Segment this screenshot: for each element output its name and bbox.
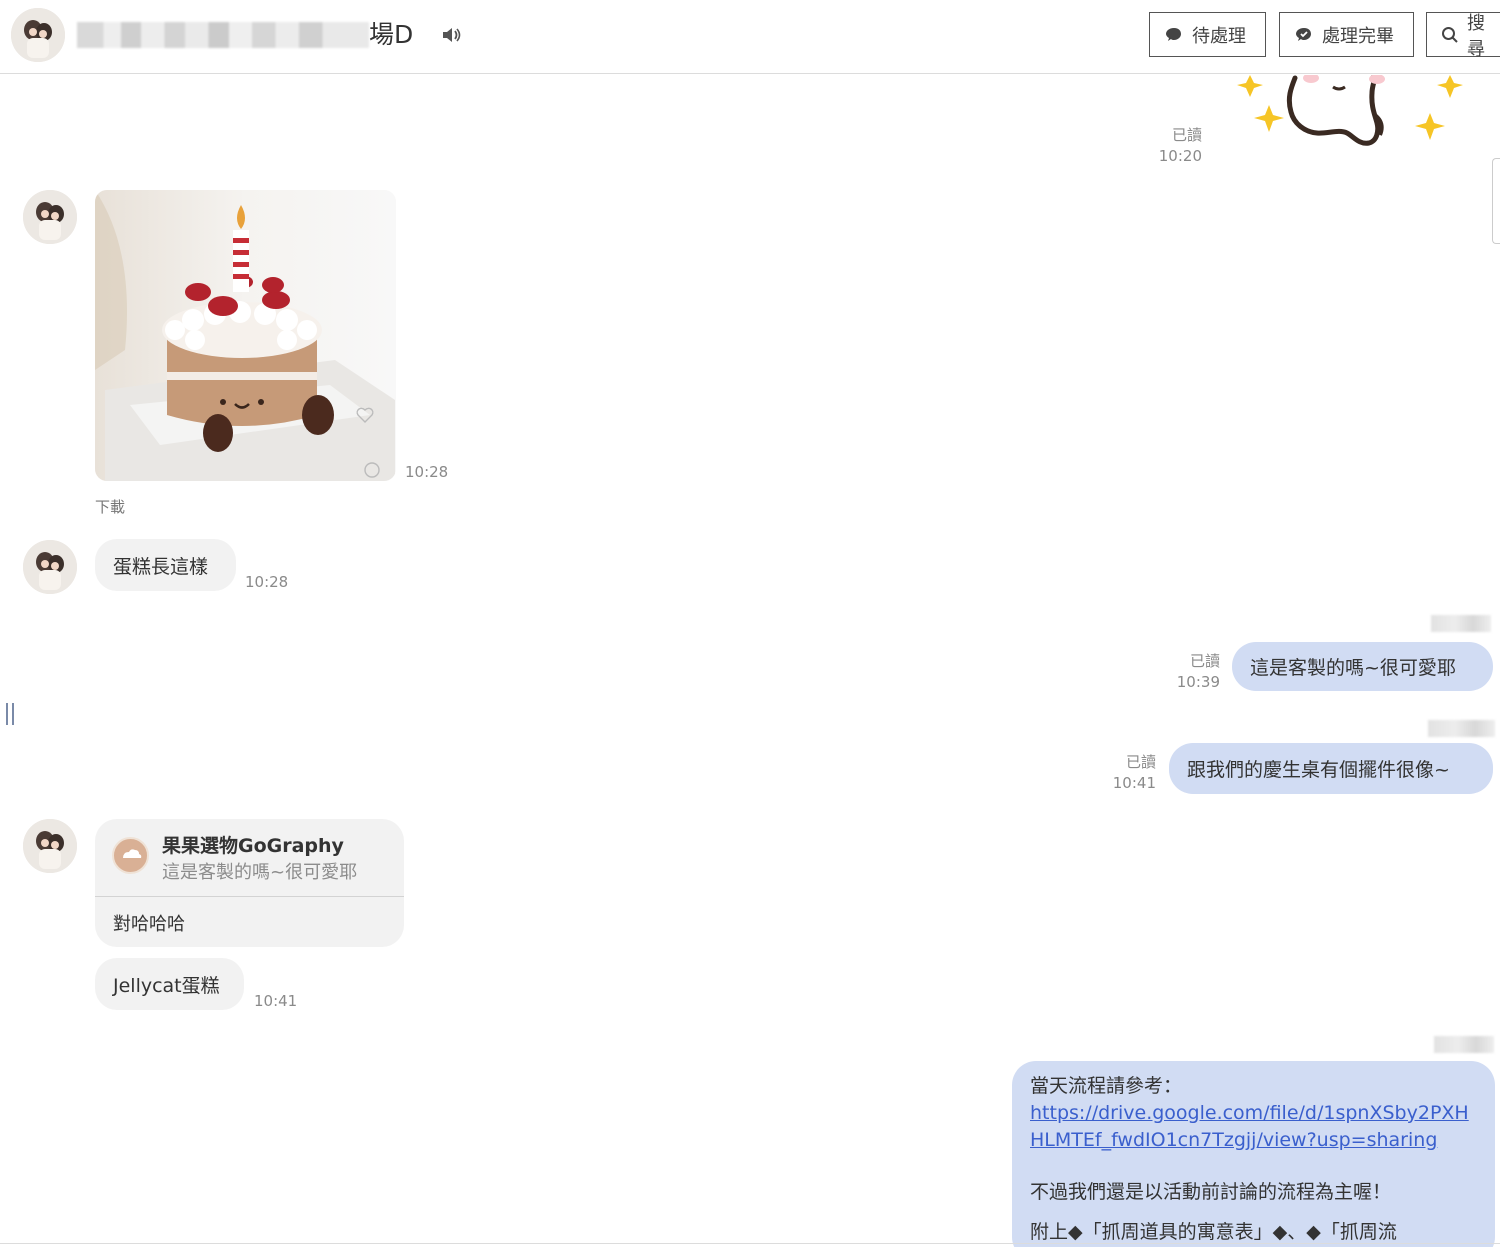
pending-label: 待處理 bbox=[1192, 25, 1246, 47]
read-status: 已讀 10:39 bbox=[1160, 651, 1220, 693]
chat-header: 場D 待處理 處理完畢 搜尋 bbox=[0, 0, 1500, 74]
redacted-sender bbox=[1431, 615, 1491, 632]
scrollbar-thumb[interactable] bbox=[1492, 158, 1500, 244]
message-bubble[interactable]: 當天流程請參考： https://drive.google.com/file/d… bbox=[1012, 1061, 1495, 1247]
redacted-sender bbox=[1428, 720, 1495, 737]
search-icon bbox=[1442, 26, 1458, 43]
resize-handle-icon[interactable] bbox=[6, 703, 15, 725]
redacted-sender bbox=[1434, 1036, 1494, 1053]
redacted-title bbox=[77, 22, 369, 48]
message-text: Jellycat蛋糕 bbox=[113, 974, 220, 997]
cake-photo[interactable] bbox=[95, 190, 396, 481]
sender-avatar[interactable] bbox=[23, 190, 77, 244]
message-time: 10:41 bbox=[1112, 774, 1156, 792]
message-text-line: 附上◆「抓周道具的寓意表」◆、◆「抓周流 bbox=[1030, 1221, 1397, 1243]
message-text-line: 當天流程請參考： bbox=[1030, 1075, 1183, 1097]
search-label: 搜尋 bbox=[1467, 12, 1485, 60]
download-link[interactable]: 下載 bbox=[95, 497, 125, 517]
divider bbox=[0, 1243, 1500, 1244]
pending-button[interactable]: 待處理 bbox=[1149, 12, 1266, 57]
message-time: 10:28 bbox=[245, 573, 289, 591]
drive-link[interactable]: https://drive.google.com/file/d/1spnXSby… bbox=[1030, 1100, 1477, 1154]
message-text: 蛋糕長這樣 bbox=[113, 555, 209, 578]
message-bubble[interactable]: Jellycat蛋糕 bbox=[95, 958, 244, 1010]
sender-avatar[interactable] bbox=[23, 819, 77, 873]
sticker-image[interactable] bbox=[1225, 75, 1470, 157]
speech-bubble-icon bbox=[1166, 27, 1181, 41]
chat-avatar[interactable] bbox=[11, 8, 65, 62]
reply-text: 對哈哈哈 bbox=[113, 914, 185, 935]
read-label: 已讀 bbox=[1125, 753, 1156, 771]
message-text: 跟我們的慶生桌有個擺件很像~ bbox=[1187, 759, 1450, 781]
done-button[interactable]: 處理完畢 bbox=[1279, 12, 1414, 57]
read-label: 已讀 bbox=[1171, 126, 1202, 144]
check-bubble-icon bbox=[1296, 27, 1311, 41]
sender-avatar[interactable] bbox=[23, 540, 77, 594]
quoted-sender-name: 果果選物GoGraphy bbox=[162, 835, 344, 857]
message-text-line: 不過我們還是以活動前討論的流程為主喔！ bbox=[1030, 1181, 1392, 1203]
brand-logo-icon bbox=[112, 837, 149, 874]
message-time: 10:39 bbox=[1176, 673, 1220, 691]
message-time: 10:28 bbox=[405, 463, 449, 481]
message-bubble[interactable]: 這是客製的嗎~很可愛耶 bbox=[1232, 642, 1493, 691]
chat-title: 場D bbox=[77, 18, 413, 52]
done-label: 處理完畢 bbox=[1322, 25, 1394, 47]
message-time: 10:41 bbox=[254, 992, 298, 1010]
reply-message-card[interactable]: 果果選物GoGraphy 這是客製的嗎~很可愛耶 對哈哈哈 bbox=[95, 819, 404, 947]
quoted-message[interactable]: 果果選物GoGraphy 這是客製的嗎~很可愛耶 bbox=[95, 819, 404, 897]
message-bubble[interactable]: 跟我們的慶生桌有個擺件很像~ bbox=[1169, 743, 1493, 794]
read-status: 已讀 10:20 bbox=[1140, 125, 1202, 167]
read-status: 已讀 10:41 bbox=[1096, 752, 1156, 794]
read-label: 已讀 bbox=[1189, 652, 1220, 670]
sound-icon[interactable] bbox=[440, 24, 462, 46]
search-button[interactable]: 搜尋 bbox=[1426, 12, 1500, 60]
message-time: 10:20 bbox=[1158, 147, 1202, 165]
chat-title-text: 場D bbox=[369, 20, 414, 49]
quoted-text: 這是客製的嗎~很可愛耶 bbox=[162, 862, 358, 883]
message-text: 這是客製的嗎~很可愛耶 bbox=[1250, 657, 1456, 679]
message-bubble[interactable]: 蛋糕長這樣 bbox=[95, 539, 236, 591]
